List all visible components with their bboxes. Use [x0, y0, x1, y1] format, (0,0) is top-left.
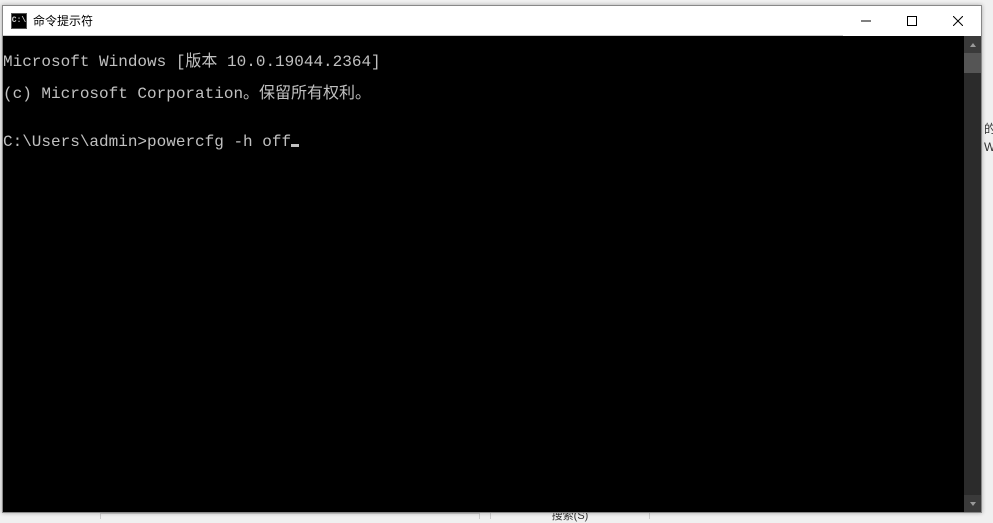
prompt-path: C:\Users\admin> — [3, 133, 147, 151]
scroll-thumb[interactable] — [964, 53, 981, 73]
terminal-output-line: Microsoft Windows [版本 10.0.19044.2364] — [3, 54, 964, 70]
close-button[interactable] — [935, 6, 981, 36]
typed-command: powercfg -h off — [147, 133, 291, 151]
background-panel-edge — [100, 513, 480, 519]
cmd-icon: C:\ — [11, 13, 27, 29]
vertical-scrollbar[interactable] — [964, 36, 981, 512]
window-title: 命令提示符 — [33, 12, 93, 29]
title-bar[interactable]: C:\ 命令提示符 — [3, 6, 981, 36]
scroll-up-button[interactable] — [964, 36, 981, 53]
background-text-fragment: 的 — [984, 120, 993, 137]
cursor — [291, 144, 299, 147]
terminal-body[interactable]: Microsoft Windows [版本 10.0.19044.2364] (… — [3, 36, 981, 512]
minimize-button[interactable] — [843, 6, 889, 36]
terminal-output-line: (c) Microsoft Corporation。保留所有权利。 — [3, 86, 964, 102]
terminal-prompt-line[interactable]: C:\Users\admin>powercfg -h off — [3, 134, 964, 150]
background-text-fragment: W — [984, 140, 993, 154]
terminal-content[interactable]: Microsoft Windows [版本 10.0.19044.2364] (… — [3, 36, 964, 512]
command-prompt-window: C:\ 命令提示符 Microsoft Windows [版本 10.0.190… — [2, 5, 982, 513]
scroll-down-button[interactable] — [964, 495, 981, 512]
maximize-button[interactable] — [889, 6, 935, 36]
